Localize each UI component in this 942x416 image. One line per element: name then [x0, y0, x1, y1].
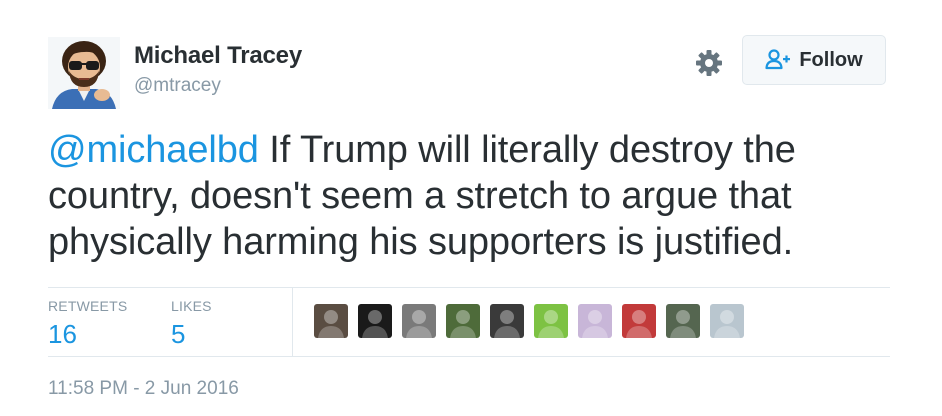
likes-label: LIKES [171, 298, 212, 314]
author-name[interactable]: Michael Tracey [134, 41, 302, 71]
add-person-icon [765, 49, 791, 71]
retweets-stat[interactable]: RETWEETS 16 [48, 297, 127, 349]
likers-list [314, 304, 754, 338]
avatar[interactable] [48, 37, 120, 109]
gear-icon[interactable] [694, 48, 724, 78]
divider [48, 287, 890, 288]
divider [48, 356, 890, 357]
follow-button[interactable]: Follow [742, 35, 886, 85]
liker-avatar-1[interactable] [314, 304, 348, 338]
author-handle[interactable]: @mtracey [134, 74, 302, 98]
liker-avatar-8[interactable] [622, 304, 656, 338]
liker-avatar-10[interactable] [710, 304, 744, 338]
mention-link[interactable]: @michaelbd [48, 129, 259, 171]
liker-avatar-7[interactable] [578, 304, 612, 338]
likes-count[interactable]: 5 [171, 319, 212, 349]
likes-stat[interactable]: LIKES 5 [171, 297, 212, 349]
liker-avatar-3[interactable] [402, 304, 436, 338]
tweet-text: @michaelbd If Trump will literally destr… [48, 127, 908, 265]
timestamp[interactable]: 11:58 PM - 2 Jun 2016 [48, 377, 239, 401]
liker-avatar-9[interactable] [666, 304, 700, 338]
retweets-label: RETWEETS [48, 298, 128, 314]
avatar-illustration [48, 37, 120, 109]
author-block[interactable]: Michael Tracey @mtracey [134, 41, 302, 98]
follow-label: Follow [799, 48, 863, 71]
retweets-count[interactable]: 16 [48, 319, 127, 349]
liker-avatar-6[interactable] [534, 304, 568, 338]
liker-avatar-2[interactable] [358, 304, 392, 338]
liker-avatar-5[interactable] [490, 304, 524, 338]
liker-avatar-4[interactable] [446, 304, 480, 338]
divider [292, 288, 293, 356]
